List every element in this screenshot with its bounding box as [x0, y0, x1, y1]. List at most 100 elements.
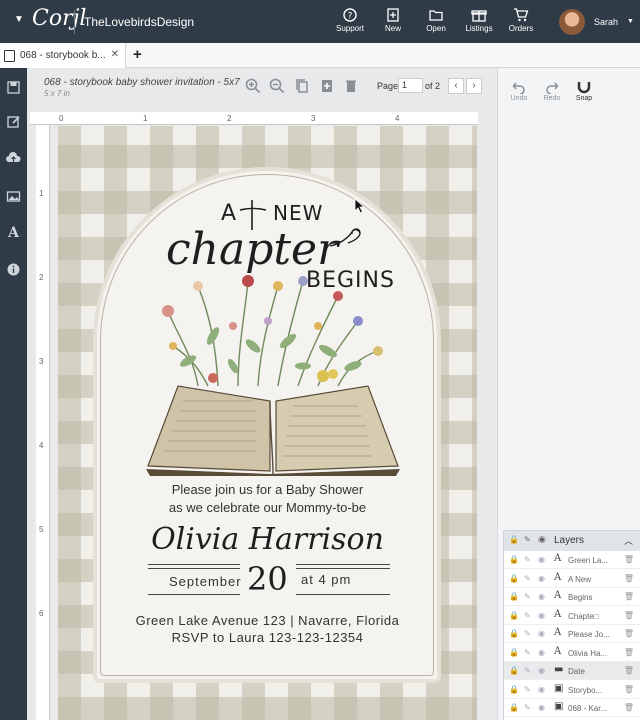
layer-visibility-icon[interactable]: ◉	[538, 574, 545, 583]
layer-visibility-icon[interactable]: ◉	[538, 629, 545, 638]
layer-lock-icon[interactable]: 🔒	[509, 611, 519, 620]
snap-button[interactable]: Snap	[569, 80, 599, 102]
new-button[interactable]: New	[371, 8, 415, 33]
page-number-input[interactable]: 1	[398, 78, 423, 93]
user-name[interactable]: Sarah	[594, 17, 618, 27]
layer-row[interactable]: 🔒 ✎ ◉ A Please Jo... 🗑	[504, 625, 640, 643]
layer-delete-icon[interactable]: 🗑	[624, 685, 634, 694]
listings-button[interactable]: Listings	[457, 8, 501, 33]
layer-lock-icon[interactable]: 🔒	[509, 648, 519, 657]
layer-lock-icon[interactable]: 🔒	[509, 666, 519, 675]
prev-page-button[interactable]: ‹	[448, 78, 464, 94]
support-button[interactable]: ? Support	[328, 8, 372, 33]
visibility-all-icon[interactable]: ◉	[538, 534, 546, 545]
layers-header[interactable]: 🔒 ✎ ◉ Layers ︿	[504, 531, 640, 551]
layer-edit-icon[interactable]: ✎	[524, 555, 531, 564]
layer-name[interactable]: Begins	[568, 593, 620, 602]
redo-button[interactable]: Redo	[537, 80, 567, 102]
layer-name[interactable]: A New	[568, 575, 620, 584]
new-tab-button[interactable]: +	[133, 46, 142, 63]
layer-name[interactable]: Green La...	[568, 556, 620, 565]
layer-row[interactable]: 🔒 ✎ ◉ ▬ Date 🗑	[504, 662, 640, 680]
layer-lock-icon[interactable]: 🔒	[509, 555, 519, 564]
layer-edit-icon[interactable]: ✎	[524, 685, 531, 694]
layer-name[interactable]: 068 - Kar...	[568, 704, 620, 713]
trash-icon[interactable]	[343, 78, 359, 94]
layer-delete-icon[interactable]: 🗑	[624, 666, 634, 675]
text-tool-icon[interactable]: A	[6, 225, 21, 241]
layer-delete-icon[interactable]: 🗑	[624, 629, 634, 638]
layer-row[interactable]: 🔒 ✎ ◉ A Chapte□ 🗑	[504, 607, 640, 625]
layer-lock-icon[interactable]: 🔒	[509, 685, 519, 694]
shop-name[interactable]: TheLovebirdsDesign	[84, 15, 194, 29]
open-button[interactable]: Open	[414, 8, 458, 33]
layer-lock-icon[interactable]: 🔒	[509, 574, 519, 583]
date-month[interactable]: September	[169, 574, 242, 589]
user-menu-chevron-down-icon[interactable]: ▼	[627, 18, 634, 25]
layer-delete-icon[interactable]: 🗑	[624, 574, 634, 583]
layer-visibility-icon[interactable]: ◉	[538, 648, 545, 657]
layer-delete-icon[interactable]: 🗑	[624, 703, 634, 712]
layer-row[interactable]: 🔒 ✎ ◉ A A New 🗑	[504, 570, 640, 588]
layer-edit-icon[interactable]: ✎	[524, 592, 531, 601]
layer-visibility-icon[interactable]: ◉	[538, 703, 545, 712]
invitation-address[interactable]: Green Lake Avenue 123 | Navarre, Florida	[58, 613, 477, 628]
invitation-canvas-page[interactable]: A NEW chapter BEGINS Please join us for …	[58, 126, 477, 720]
layer-edit-icon[interactable]: ✎	[524, 703, 531, 712]
add-page-icon[interactable]	[319, 78, 335, 94]
layer-visibility-icon[interactable]: ◉	[538, 666, 545, 675]
next-page-button[interactable]: ›	[466, 78, 482, 94]
invitation-join-line-1[interactable]: Please join us for a Baby Shower	[58, 482, 477, 497]
layer-lock-icon[interactable]: 🔒	[509, 703, 519, 712]
mom-name[interactable]: Olivia Harrison	[58, 522, 477, 557]
layer-name[interactable]: Olivia Ha...	[568, 649, 620, 658]
edit-all-icon[interactable]: ✎	[524, 535, 531, 544]
layer-edit-icon[interactable]: ✎	[524, 611, 531, 620]
layer-edit-icon[interactable]: ✎	[524, 666, 531, 675]
layer-delete-icon[interactable]: 🗑	[624, 648, 634, 657]
layer-row[interactable]: 🔒 ✎ ◉ ▣ Storybo... 🗑	[504, 681, 640, 699]
layer-delete-icon[interactable]: 🗑	[624, 592, 634, 601]
image-icon[interactable]	[6, 189, 21, 204]
layer-lock-icon[interactable]: 🔒	[509, 629, 519, 638]
layer-edit-icon[interactable]: ✎	[524, 574, 531, 583]
title-new[interactable]: NEW	[273, 201, 323, 225]
orders-button[interactable]: Orders	[499, 8, 543, 33]
corjl-logo[interactable]: Corjl	[32, 6, 86, 31]
layer-name[interactable]: Please Jo...	[568, 630, 620, 639]
save-icon[interactable]	[6, 80, 21, 95]
invitation-join-line-2[interactable]: as we celebrate our Mommy-to-be	[58, 500, 477, 515]
layer-delete-icon[interactable]: 🗑	[624, 555, 634, 564]
layer-edit-icon[interactable]: ✎	[524, 648, 531, 657]
edit-icon[interactable]	[6, 114, 21, 129]
layer-row[interactable]: 🔒 ✎ ◉ A Begins 🗑	[504, 588, 640, 606]
collapse-chevron-icon[interactable]: ︿	[624, 534, 633, 547]
layer-name[interactable]: Date	[568, 667, 620, 676]
zoom-in-icon[interactable]	[245, 78, 261, 94]
layer-row[interactable]: 🔒 ✎ ◉ ▣ 068 - Kar... 🗑	[504, 699, 640, 717]
lock-all-icon[interactable]: 🔒	[509, 535, 519, 544]
undo-button[interactable]: Undo	[504, 80, 534, 102]
layer-visibility-icon[interactable]: ◉	[538, 555, 545, 564]
layer-visibility-icon[interactable]: ◉	[538, 592, 545, 601]
close-tab-icon[interactable]: ✕	[111, 49, 119, 60]
tab-document[interactable]: 068 - storybook b... ✕	[0, 43, 126, 68]
layer-edit-icon[interactable]: ✎	[524, 629, 531, 638]
layer-row[interactable]: 🔒 ✎ ◉ A Green La... 🗑	[504, 551, 640, 569]
copy-icon[interactable]	[294, 78, 310, 94]
layer-row[interactable]: 🔒 ✎ ◉ A Olivia Ha... 🗑	[504, 644, 640, 662]
date-day[interactable]: 20	[247, 560, 288, 598]
zoom-out-icon[interactable]	[269, 78, 285, 94]
storybook-flower-illustration[interactable]	[138, 266, 408, 476]
layer-name[interactable]: Storybo...	[568, 686, 620, 695]
cloud-upload-icon[interactable]	[6, 151, 21, 166]
layer-visibility-icon[interactable]: ◉	[538, 611, 545, 620]
layer-name[interactable]: Chapte□	[568, 612, 620, 621]
layer-visibility-icon[interactable]: ◉	[538, 685, 545, 694]
info-icon[interactable]	[6, 262, 21, 277]
invitation-rsvp[interactable]: RSVP to Laura 123-123-12354	[58, 630, 477, 645]
user-avatar[interactable]	[559, 9, 585, 35]
layer-lock-icon[interactable]: 🔒	[509, 592, 519, 601]
title-a[interactable]: A	[221, 201, 237, 226]
date-time[interactable]: at 4 pm	[301, 572, 351, 587]
